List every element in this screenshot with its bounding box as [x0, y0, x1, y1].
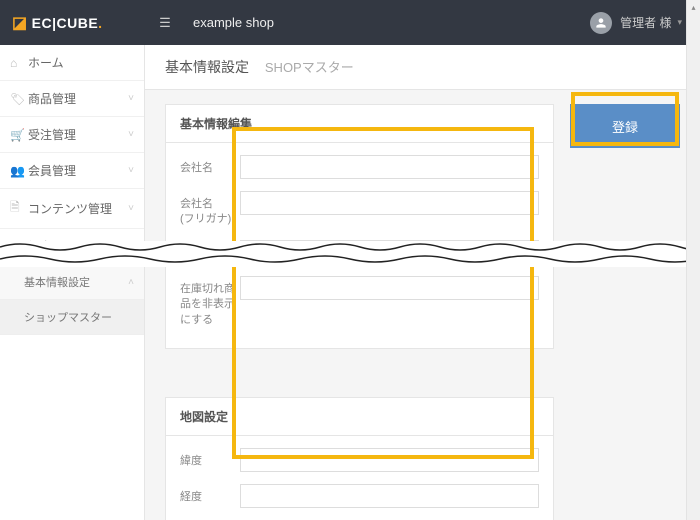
- sidebar-item-label: ホーム: [28, 54, 134, 71]
- register-button[interactable]: 登録: [570, 104, 680, 148]
- panel-heading: 地図設定: [166, 398, 553, 436]
- sidebar-sub-basic[interactable]: 基本情報設定˄: [0, 265, 144, 300]
- field-label: 経度: [180, 484, 240, 505]
- sidebar-item-label: 会員管理: [28, 162, 128, 179]
- users-icon: 👥: [10, 164, 28, 178]
- company-kana-input[interactable]: [240, 191, 539, 215]
- cube-icon: ◪: [12, 13, 28, 33]
- panel-basic-info: 基本情報編集 会社名 会社名 (フリガナ) 店名 在庫切れ商品を非表示にする: [165, 104, 554, 349]
- scrollbar[interactable]: ▴: [686, 0, 700, 520]
- hide-outofstock-input[interactable]: [240, 276, 539, 300]
- sidebar-item-contents[interactable]: 🗎コンテンツ管理˅: [0, 189, 144, 229]
- longitude-input[interactable]: [240, 484, 539, 508]
- user-menu[interactable]: 管理者 様 ▾: [590, 12, 700, 34]
- sidebar: ⌂ホーム 🏷商品管理˅ 🛒受注管理˅ 👥会員管理˅ 🗎コンテンツ管理˅ ⚙設定˄…: [0, 45, 145, 520]
- topbar: ◪ EC|CUBE. ☰ example shop 管理者 様 ▾: [0, 0, 700, 45]
- latitude-input[interactable]: [240, 448, 539, 472]
- user-label: 管理者 様: [620, 14, 671, 31]
- sidebar-sub-label: ショップマスター: [24, 309, 134, 325]
- sidebar-item-orders[interactable]: 🛒受注管理˅: [0, 117, 144, 153]
- breadcrumb: 基本情報設定 SHOPマスター: [145, 45, 700, 90]
- doc-icon: 🗎: [10, 198, 28, 219]
- page-subtitle: SHOPマスター: [265, 60, 354, 75]
- shop-name: example shop: [185, 15, 590, 30]
- company-name-input[interactable]: [240, 155, 539, 179]
- page-title: 基本情報設定: [165, 59, 249, 75]
- field-label: 会社名 (フリガナ): [180, 191, 240, 228]
- field-label: 緯度: [180, 448, 240, 469]
- sidebar-item-home[interactable]: ⌂ホーム: [0, 45, 144, 81]
- sidebar-item-products[interactable]: 🏷商品管理˅: [0, 81, 144, 117]
- tag-icon: 🏷: [10, 92, 28, 106]
- sidebar-sub-label: 基本情報設定: [24, 274, 128, 290]
- field-label: 在庫切れ商品を非表示にする: [180, 276, 240, 328]
- sidebar-item-label: コンテンツ管理: [28, 200, 128, 217]
- field-label: 会社名: [180, 155, 240, 176]
- panel-map: 地図設定 緯度 経度: [165, 397, 554, 520]
- avatar-icon: [590, 12, 612, 34]
- sidebar-item-label: 商品管理: [28, 90, 128, 107]
- sidebar-item-label: 受注管理: [28, 126, 128, 143]
- panel-heading: 基本情報編集: [166, 105, 553, 143]
- sidebar-item-members[interactable]: 👥会員管理˅: [0, 153, 144, 189]
- scroll-up-icon[interactable]: ▴: [687, 0, 700, 14]
- cart-icon: 🛒: [10, 128, 28, 142]
- hamburger-icon[interactable]: ☰: [145, 15, 185, 31]
- torn-edge: [0, 241, 700, 267]
- main: 基本情報設定 SHOPマスター 基本情報編集 会社名 会社名 (フリガナ) 店名…: [145, 45, 700, 520]
- brand-text: EC|CUBE: [32, 15, 99, 31]
- sidebar-sub-shopmaster[interactable]: ショップマスター: [0, 300, 144, 335]
- home-icon: ⌂: [10, 56, 28, 70]
- chevron-down-icon: ▾: [677, 17, 682, 28]
- brand-logo: ◪ EC|CUBE.: [0, 0, 145, 45]
